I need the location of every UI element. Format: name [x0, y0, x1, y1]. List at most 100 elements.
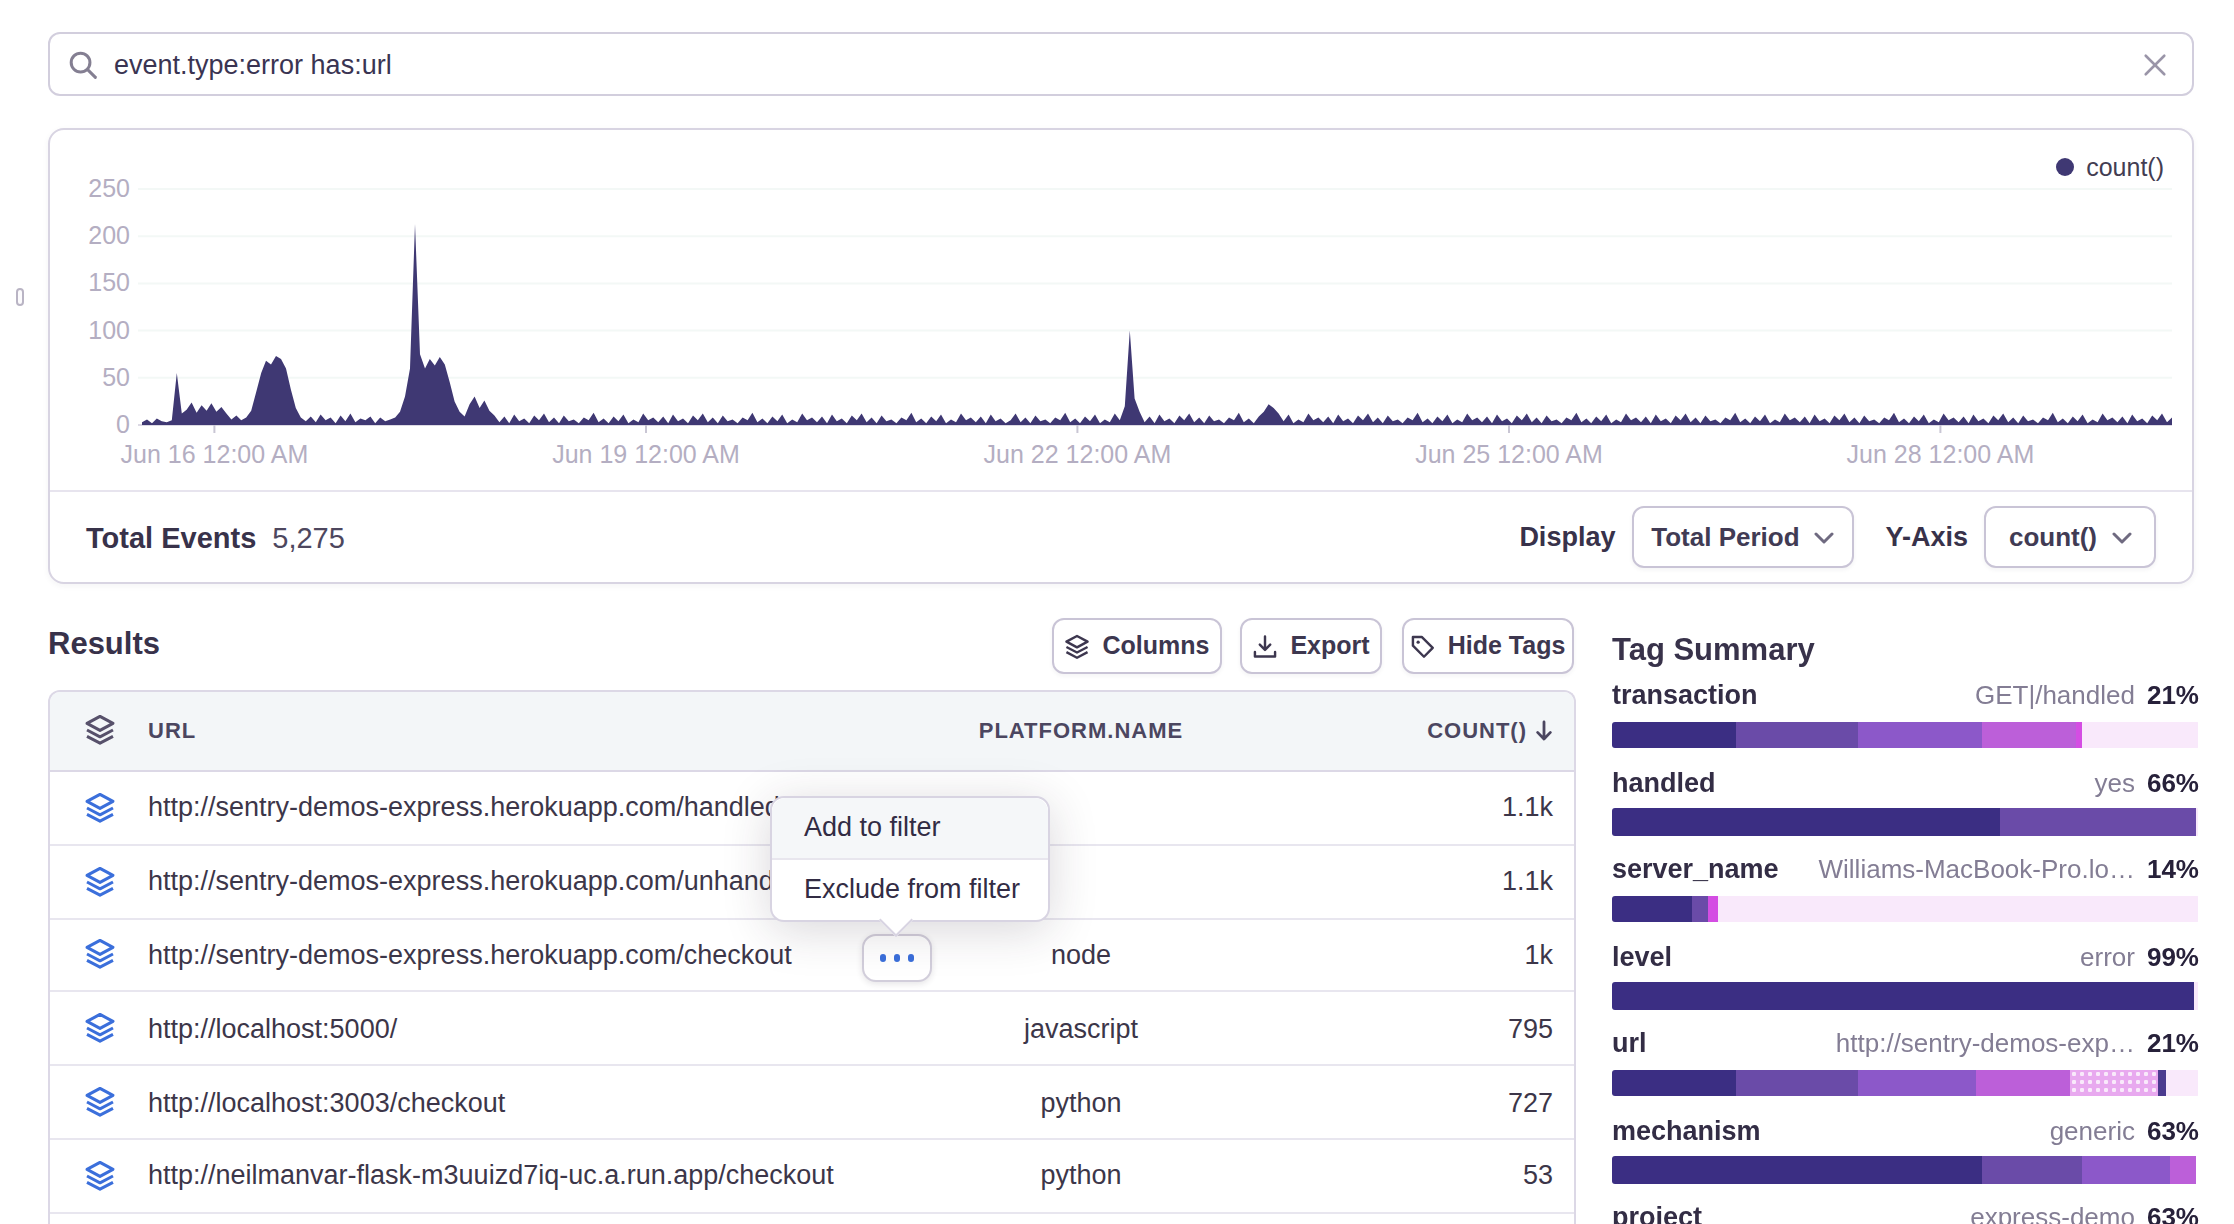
tag-bar-segment[interactable] [2170, 1156, 2196, 1183]
chart-legend[interactable]: count() [2056, 153, 2164, 181]
column-header-count[interactable]: COUNT() [1427, 719, 1553, 743]
cell-actions-menu: Add to filter Exclude from filter [770, 797, 1049, 923]
tag-bar-segment[interactable] [1718, 895, 2199, 922]
url-cell[interactable]: http://neilmanvar-flask-m3uuizd7iq-uc.a.… [148, 1161, 834, 1191]
tag-percent: 99% [2147, 941, 2199, 971]
table-row[interactable]: http://localhost:5000/ javascript 795 [50, 993, 1573, 1067]
tag-bar-segment[interactable] [2196, 808, 2199, 835]
stack-icon [1065, 633, 1091, 659]
tag-icon [1410, 633, 1436, 659]
y-axis-tick-label: 100 [88, 315, 130, 343]
tag-distribution-bar[interactable] [1612, 1156, 2199, 1183]
download-icon [1252, 633, 1278, 659]
export-button[interactable]: Export [1240, 618, 1382, 674]
sidebar-resize-handle[interactable] [15, 288, 23, 306]
x-axis-tick-label: Jun 19 12:00 AM [552, 439, 740, 467]
tag-head: project express-demo 63% [1612, 1202, 2199, 1224]
count-cell[interactable]: 727 [1508, 1087, 1553, 1117]
columns-button[interactable]: Columns [1052, 618, 1222, 674]
count-cell[interactable]: 53 [1523, 1161, 1553, 1191]
count-cell[interactable]: 1k [1524, 940, 1553, 970]
url-cell[interactable]: http://localhost:3003/checkout [148, 1087, 505, 1117]
tag-summary: Tag Summary transaction GET|/handled 21%… [1612, 632, 2199, 1224]
platform-cell[interactable]: node [888, 940, 1274, 970]
search-input[interactable] [114, 49, 2142, 79]
cell-actions-button[interactable] [862, 934, 932, 982]
tag-entry: server_name Williams-MacBook-Pro.lo… 14% [1612, 854, 2199, 922]
platform-cell[interactable]: python [888, 1087, 1274, 1117]
tag-value: http://sentry-demos-exp… [1836, 1028, 2135, 1058]
search-bar[interactable] [48, 33, 2194, 96]
platform-cell[interactable]: javascript [888, 1014, 1274, 1044]
events-area-chart[interactable]: 250200150100500Jun 16 12:00 AMJun 19 12:… [50, 129, 2192, 489]
tag-bar-segment[interactable] [1976, 1069, 2070, 1096]
events-chart-panel: 250200150100500Jun 16 12:00 AMJun 19 12:… [48, 127, 2194, 585]
column-header-url[interactable]: URL [148, 719, 196, 743]
tag-bar-segment[interactable] [2158, 1069, 2167, 1096]
clear-search-icon[interactable] [2142, 51, 2168, 77]
total-events-label: Total Events [86, 521, 256, 553]
url-cell[interactable]: http://sentry-demos-express.herokuapp.co… [148, 940, 792, 970]
tag-bar-segment[interactable] [1999, 808, 2196, 835]
tag-percent: 66% [2147, 767, 2199, 797]
tag-bar-segment[interactable] [1735, 1069, 1858, 1096]
results-table: URL PLATFORM.NAME COUNT() http://sentry-… [48, 689, 1575, 1224]
url-cell[interactable]: http://localhost:5000/ [148, 1014, 397, 1044]
results-heading: Results [48, 626, 160, 662]
tag-bar-segment[interactable] [1691, 895, 1709, 922]
menu-item-add-to-filter[interactable]: Add to filter [772, 799, 1047, 860]
url-cell[interactable]: http://sentry-demos-express.herokuapp.co… [148, 793, 780, 823]
menu-item-exclude-from-filter[interactable]: Exclude from filter [772, 859, 1047, 920]
stack-icon[interactable] [84, 715, 116, 747]
count-cell[interactable]: 1.1k [1502, 866, 1553, 896]
column-header-platform[interactable]: PLATFORM.NAME [888, 719, 1274, 743]
tag-distribution-bar[interactable] [1612, 1069, 2199, 1096]
tag-bar-segment[interactable] [1612, 808, 1999, 835]
tag-head: url http://sentry-demos-exp… 21% [1612, 1028, 2199, 1064]
tag-bar-segment[interactable] [1612, 982, 2193, 1009]
legend-label: count() [2086, 153, 2164, 181]
tag-distribution-bar[interactable] [1612, 721, 2199, 748]
chart-footer: Total Events 5,275 Display Total Period … [50, 490, 2192, 583]
tag-bar-segment[interactable] [2193, 982, 2199, 1009]
platform-cell[interactable]: python [888, 1161, 1274, 1191]
table-row[interactable]: http://neilmanvar-flask-m3uuizd7iq-uc.a.… [50, 1140, 1573, 1214]
tag-entry: mechanism generic 63% [1612, 1115, 2199, 1183]
tag-bar-segment[interactable] [1735, 721, 1858, 748]
tag-bar-segment[interactable] [1982, 721, 2076, 748]
chevron-down-icon [2111, 531, 2131, 543]
count-cell[interactable]: 1.1k [1502, 793, 1553, 823]
tag-bar-segment[interactable] [1859, 1069, 1976, 1096]
legend-dot [2056, 158, 2074, 176]
tag-value: GET|/handled [1975, 680, 2135, 710]
tag-distribution-bar[interactable] [1612, 982, 2199, 1009]
tag-distribution-bar[interactable] [1612, 808, 2199, 835]
tag-distribution-bar[interactable] [1612, 895, 2199, 922]
table-row[interactable]: http://sentry-demos-express.herokuapp.co… [50, 919, 1573, 993]
tag-value: yes [2094, 767, 2134, 797]
tag-bar-segment[interactable] [2082, 1156, 2170, 1183]
url-cell[interactable]: http://sentry-demos-express.herokuapp.co… [148, 866, 810, 896]
hide-tags-button[interactable]: Hide Tags [1402, 618, 1573, 674]
table-row[interactable]: http://localhost:3003/checkout python 72… [50, 1066, 1573, 1140]
tag-bar-segment[interactable] [1612, 1156, 1982, 1183]
display-select[interactable]: Total Period [1631, 506, 1853, 568]
tag-bar-segment[interactable] [2167, 1069, 2199, 1096]
tag-entry: handled yes 66% [1612, 767, 2199, 835]
tag-value: generic [2050, 1115, 2135, 1145]
tag-bar-segment[interactable] [1982, 1156, 2082, 1183]
tag-bar-segment[interactable] [1612, 1069, 1735, 1096]
tag-percent: 63% [2147, 1115, 2199, 1145]
tag-bar-segment[interactable] [1859, 721, 1982, 748]
tag-name: transaction [1612, 680, 1758, 710]
table-header: URL PLATFORM.NAME COUNT() [50, 691, 1573, 772]
y-axis-select[interactable]: count() [1984, 506, 2156, 568]
tag-bar-segment[interactable] [2082, 721, 2199, 748]
tag-bar-segment[interactable] [1709, 895, 1718, 922]
count-cell[interactable]: 795 [1508, 1014, 1553, 1044]
tag-bar-segment[interactable] [1612, 721, 1735, 748]
tag-bar-segment[interactable] [1612, 895, 1691, 922]
tag-bar-segment[interactable] [2070, 1069, 2158, 1096]
tag-value: Williams-MacBook-Pro.lo… [1819, 854, 2135, 884]
tag-entry: project express-demo 63% [1612, 1202, 2199, 1224]
